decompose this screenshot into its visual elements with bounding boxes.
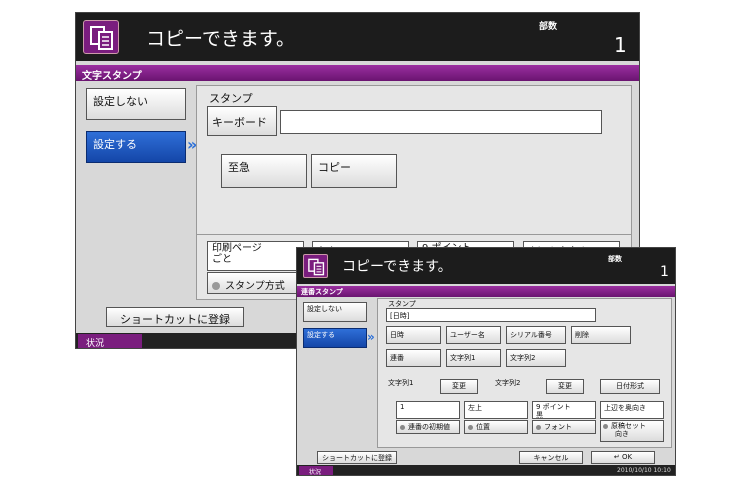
insert-username-label: ユーザー名: [450, 331, 485, 339]
orientation-line2: 向き: [615, 430, 629, 438]
insert-text2-button[interactable]: 文字列2: [506, 349, 566, 367]
settings-area: スタンプ [日時] 日時 ユーザー名 シリアル番号 削除 連番 文字列1 文字列…: [377, 298, 672, 448]
position-value: 左上: [464, 401, 528, 419]
insert-serial-button[interactable]: 連番: [386, 349, 441, 367]
copies-value: 1: [660, 264, 669, 280]
stamp-off-label: 設定しない: [93, 95, 148, 108]
date-format-label: 日付形式: [616, 382, 644, 390]
panel-title-bar: [76, 65, 639, 81]
font-value: 9 ポイント 黒: [532, 401, 596, 419]
preset-copy-label: コピー: [318, 161, 351, 174]
text2-label: 文字列2: [495, 379, 521, 387]
insert-datetime-button[interactable]: 日時: [386, 326, 441, 344]
text1-label: 文字列1: [388, 379, 414, 387]
insert-username-button[interactable]: ユーザー名: [446, 326, 501, 344]
enter-icon: ↵: [613, 453, 622, 461]
radio-icon: [212, 282, 220, 290]
stamp-off-button[interactable]: 設定しない: [86, 88, 186, 120]
copies-label: 部数: [539, 22, 558, 32]
ok-label: OK: [621, 453, 633, 461]
print-page-value: 印刷ページ ごと: [207, 241, 304, 271]
cancel-button[interactable]: キャンセル: [519, 451, 583, 464]
stamp-text-input[interactable]: [280, 110, 602, 134]
keyboard-label: キーボード: [212, 116, 267, 129]
stamp-on-button[interactable]: 設定する: [86, 131, 186, 163]
stamp-on-button[interactable]: 設定する: [303, 328, 367, 348]
change-text2-button[interactable]: 変更: [546, 379, 584, 394]
status-tab[interactable]: 状況: [299, 466, 333, 475]
delete-label: 削除: [575, 331, 589, 339]
panel-title: 文字スタンプ: [82, 71, 142, 82]
radio-icon: [468, 424, 473, 430]
radio-icon: [603, 423, 608, 429]
status-message: コピーできます。: [342, 259, 452, 275]
stamp-label: スタンプ: [209, 92, 253, 105]
font-value-line1: 9 ポイント: [536, 403, 571, 411]
ok-button[interactable]: ↵ OK: [591, 451, 655, 464]
copy-icon: [83, 20, 119, 54]
insert-serial-number-label: シリアル番号: [510, 331, 552, 339]
position-label: 位置: [476, 423, 490, 431]
stamp-text-input[interactable]: [日時]: [386, 308, 596, 322]
insert-serial-label: 連番: [390, 354, 404, 362]
change-text1-button[interactable]: 変更: [440, 379, 478, 394]
status-message: コピーできます。: [146, 28, 295, 50]
font-label: フォント: [544, 423, 572, 431]
stamp-on-label: 設定する: [93, 138, 137, 151]
shortcut-label: ショートカットに登録: [322, 454, 392, 462]
cancel-label: キャンセル: [533, 454, 569, 462]
divider: [197, 234, 631, 235]
radio-icon: [400, 424, 405, 430]
orientation-line1: 原稿セット: [611, 422, 646, 430]
delete-button[interactable]: 削除: [571, 326, 631, 344]
change-text2-label: 変更: [558, 382, 572, 390]
stamp-method-label: スタンプ方式: [225, 281, 285, 292]
serial-start-label: 連番の初期値: [408, 423, 450, 431]
status-tab[interactable]: 状況: [78, 334, 142, 348]
preset-urgent-label: 至急: [228, 161, 250, 174]
font-button[interactable]: フォント: [532, 420, 596, 434]
selected-arrow-icon: »: [367, 330, 375, 344]
copies-value: 1: [614, 33, 627, 57]
keyboard-button[interactable]: キーボード: [207, 106, 277, 136]
preset-copy-button[interactable]: コピー: [311, 154, 397, 188]
shortcut-label: ショートカットに登録: [120, 313, 230, 326]
copy-panel-serial-stamp: コピーできます。 部数 1 連番スタンプ 設定しない 設定する » スタンプ […: [296, 247, 676, 476]
position-button[interactable]: 位置: [464, 420, 528, 434]
stamp-off-label: 設定しない: [307, 305, 342, 313]
date-format-button[interactable]: 日付形式: [600, 379, 660, 394]
insert-text1-label: 文字列1: [450, 354, 476, 362]
insert-datetime-label: 日時: [390, 331, 404, 339]
orientation-value: 上辺を奥向き: [600, 401, 664, 419]
panel-title: 連番スタンプ: [301, 288, 343, 296]
font-value-line2: 黒: [536, 411, 543, 419]
insert-text2-label: 文字列2: [510, 354, 536, 362]
radio-icon: [536, 424, 541, 430]
insert-serial-number-button[interactable]: シリアル番号: [506, 326, 566, 344]
shortcut-button[interactable]: ショートカットに登録: [106, 307, 244, 327]
stamp-on-label: 設定する: [307, 331, 335, 339]
serial-start-value: 1: [396, 401, 460, 419]
change-text1-label: 変更: [452, 382, 466, 390]
shortcut-button[interactable]: ショートカットに登録: [317, 451, 397, 464]
serial-start-button[interactable]: 連番の初期値: [396, 420, 460, 434]
orientation-button[interactable]: 原稿セット 向き: [600, 420, 664, 442]
print-page-line1: 印刷ページ: [212, 243, 262, 254]
datetime: 2010/10/10 10:10: [617, 467, 671, 474]
copy-icon: [303, 254, 328, 278]
preset-urgent-button[interactable]: 至急: [221, 154, 307, 188]
print-page-line2: ごと: [212, 254, 232, 265]
insert-text1-button[interactable]: 文字列1: [446, 349, 501, 367]
copies-label: 部数: [608, 255, 622, 263]
panel-title-bar: [297, 286, 675, 297]
stamp-off-button[interactable]: 設定しない: [303, 302, 367, 322]
stamp-method-button[interactable]: スタンプ方式: [207, 272, 304, 294]
